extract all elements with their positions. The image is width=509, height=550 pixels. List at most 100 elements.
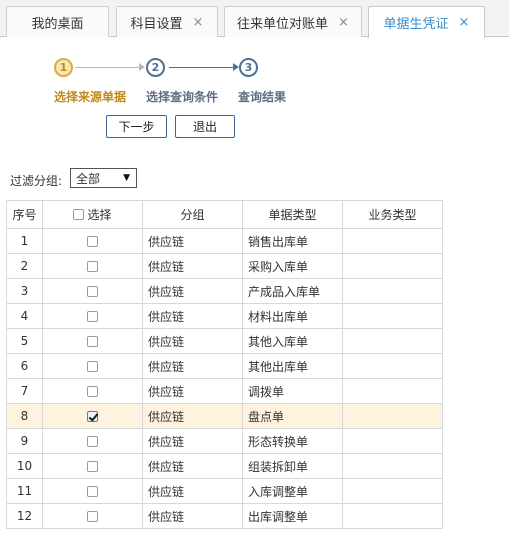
row-biz-type bbox=[342, 328, 443, 354]
tab-label: 我的桌面 bbox=[31, 16, 84, 32]
caret-down-icon: ▼ bbox=[123, 173, 130, 183]
row-group: 供应链 bbox=[142, 503, 243, 529]
row-checkbox[interactable] bbox=[87, 511, 98, 522]
row-checkbox[interactable] bbox=[87, 336, 98, 347]
row-index: 4 bbox=[6, 303, 43, 329]
filter-group-label: 过滤分组: bbox=[10, 174, 63, 188]
row-biz-type bbox=[342, 378, 443, 404]
tab-subject-settings[interactable]: 科目设置 × bbox=[116, 6, 218, 37]
tab-statement[interactable]: 往来单位对账单 × bbox=[224, 6, 362, 37]
table-row[interactable]: 11 供应链 入库调整单 bbox=[6, 478, 443, 504]
table-row[interactable]: 9 供应链 形态转换单 bbox=[6, 428, 443, 454]
col-header-biz-type: 业务类型 bbox=[342, 200, 443, 229]
col-header-select-label: 选择 bbox=[87, 208, 112, 222]
row-group: 供应链 bbox=[142, 478, 243, 504]
row-checkbox[interactable] bbox=[87, 236, 98, 247]
row-biz-type bbox=[342, 403, 443, 429]
document-type-table: 序号 选择 分组 单据类型 业务类型 1 供应链 销售出库单 2 供应链 采购入库单 3 供应… bbox=[6, 200, 443, 529]
row-doc-type: 盘点单 bbox=[242, 403, 343, 429]
row-doc-type: 出库调整单 bbox=[242, 503, 343, 529]
row-select-cell bbox=[42, 228, 143, 254]
arrow-right-icon bbox=[139, 63, 145, 71]
close-icon[interactable]: × bbox=[459, 15, 470, 30]
tab-label: 科目设置 bbox=[130, 16, 183, 32]
table-row[interactable]: 3 供应链 产成品入库单 bbox=[6, 278, 443, 304]
row-biz-type bbox=[342, 253, 443, 279]
row-checkbox[interactable] bbox=[87, 311, 98, 322]
row-doc-type: 形态转换单 bbox=[242, 428, 343, 454]
row-index: 3 bbox=[6, 278, 43, 304]
table-row[interactable]: 12 供应链 出库调整单 bbox=[6, 503, 443, 529]
row-group: 供应链 bbox=[142, 303, 243, 329]
table-row[interactable]: 5 供应链 其他入库单 bbox=[6, 328, 443, 354]
row-checkbox[interactable] bbox=[87, 286, 98, 297]
tab-my-desktop[interactable]: 我的桌面 bbox=[6, 6, 109, 37]
table-row[interactable]: 4 供应链 材料出库单 bbox=[6, 303, 443, 329]
row-select-cell bbox=[42, 303, 143, 329]
step-1-indicator: 1 bbox=[54, 58, 73, 77]
row-select-cell bbox=[42, 278, 143, 304]
row-doc-type: 采购入库单 bbox=[242, 253, 343, 279]
step-2-label: 选择查询条件 bbox=[146, 90, 219, 104]
row-group: 供应链 bbox=[142, 378, 243, 404]
next-step-button[interactable]: 下一步 bbox=[106, 115, 167, 138]
row-doc-type: 入库调整单 bbox=[242, 478, 343, 504]
row-checkbox[interactable] bbox=[87, 461, 98, 472]
table-row[interactable]: 6 供应链 其他出库单 bbox=[6, 353, 443, 379]
table-row[interactable]: 8 供应链 盘点单 bbox=[6, 403, 443, 429]
row-select-cell bbox=[42, 478, 143, 504]
step-connector bbox=[169, 67, 233, 68]
row-biz-type bbox=[342, 453, 443, 479]
tab-doc-to-voucher[interactable]: 单据生凭证 × bbox=[368, 6, 485, 38]
row-doc-type: 其他入库单 bbox=[242, 328, 343, 354]
row-group: 供应链 bbox=[142, 228, 243, 254]
row-doc-type: 调拨单 bbox=[242, 378, 343, 404]
row-select-cell bbox=[42, 428, 143, 454]
table-row[interactable]: 10 供应链 组装拆卸单 bbox=[6, 453, 443, 479]
row-biz-type bbox=[342, 478, 443, 504]
row-doc-type: 销售出库单 bbox=[242, 228, 343, 254]
col-header-doc-type: 单据类型 bbox=[242, 200, 343, 229]
row-checkbox[interactable] bbox=[87, 386, 98, 397]
close-icon[interactable]: × bbox=[338, 15, 349, 30]
select-all-checkbox[interactable] bbox=[73, 209, 85, 220]
row-doc-type: 其他出库单 bbox=[242, 353, 343, 379]
row-select-cell bbox=[42, 503, 143, 529]
row-doc-type: 材料出库单 bbox=[242, 303, 343, 329]
row-doc-type: 产成品入库单 bbox=[242, 278, 343, 304]
row-group: 供应链 bbox=[142, 353, 243, 379]
row-select-cell bbox=[42, 453, 143, 479]
row-select-cell bbox=[42, 353, 143, 379]
tab-label: 往来单位对账单 bbox=[237, 16, 329, 32]
row-index: 6 bbox=[6, 353, 43, 379]
row-checkbox[interactable] bbox=[87, 411, 98, 422]
table-body: 1 供应链 销售出库单 2 供应链 采购入库单 3 供应链 产成品入库单 4 供应链 材料出库单 5 供应… bbox=[6, 228, 443, 529]
row-checkbox[interactable] bbox=[87, 436, 98, 447]
col-header-select: 选择 bbox=[42, 200, 143, 229]
table-row[interactable]: 2 供应链 采购入库单 bbox=[6, 253, 443, 279]
row-biz-type bbox=[342, 278, 443, 304]
row-checkbox[interactable] bbox=[87, 361, 98, 372]
table-row[interactable]: 7 供应链 调拨单 bbox=[6, 378, 443, 404]
row-biz-type bbox=[342, 228, 443, 254]
row-biz-type bbox=[342, 428, 443, 454]
filter-group-select[interactable]: 全部 ▼ bbox=[70, 168, 137, 188]
step-2-indicator: 2 bbox=[146, 58, 165, 77]
tab-bar: 我的桌面 科目设置 × 往来单位对账单 × 单据生凭证 × bbox=[0, 0, 509, 38]
row-select-cell bbox=[42, 328, 143, 354]
row-group: 供应链 bbox=[142, 453, 243, 479]
step-3-label: 查询结果 bbox=[238, 90, 287, 104]
row-checkbox[interactable] bbox=[87, 261, 98, 272]
row-group: 供应链 bbox=[142, 403, 243, 429]
step-number: 3 bbox=[244, 61, 253, 74]
row-group: 供应链 bbox=[142, 428, 243, 454]
row-index: 10 bbox=[6, 453, 43, 479]
table-row[interactable]: 1 供应链 销售出库单 bbox=[6, 228, 443, 254]
step-1-label: 选择来源单据 bbox=[54, 90, 127, 104]
close-icon[interactable]: × bbox=[193, 15, 204, 30]
row-checkbox[interactable] bbox=[87, 486, 98, 497]
row-group: 供应链 bbox=[142, 328, 243, 354]
exit-button[interactable]: 退出 bbox=[175, 115, 235, 138]
row-index: 1 bbox=[6, 228, 43, 254]
row-index: 2 bbox=[6, 253, 43, 279]
